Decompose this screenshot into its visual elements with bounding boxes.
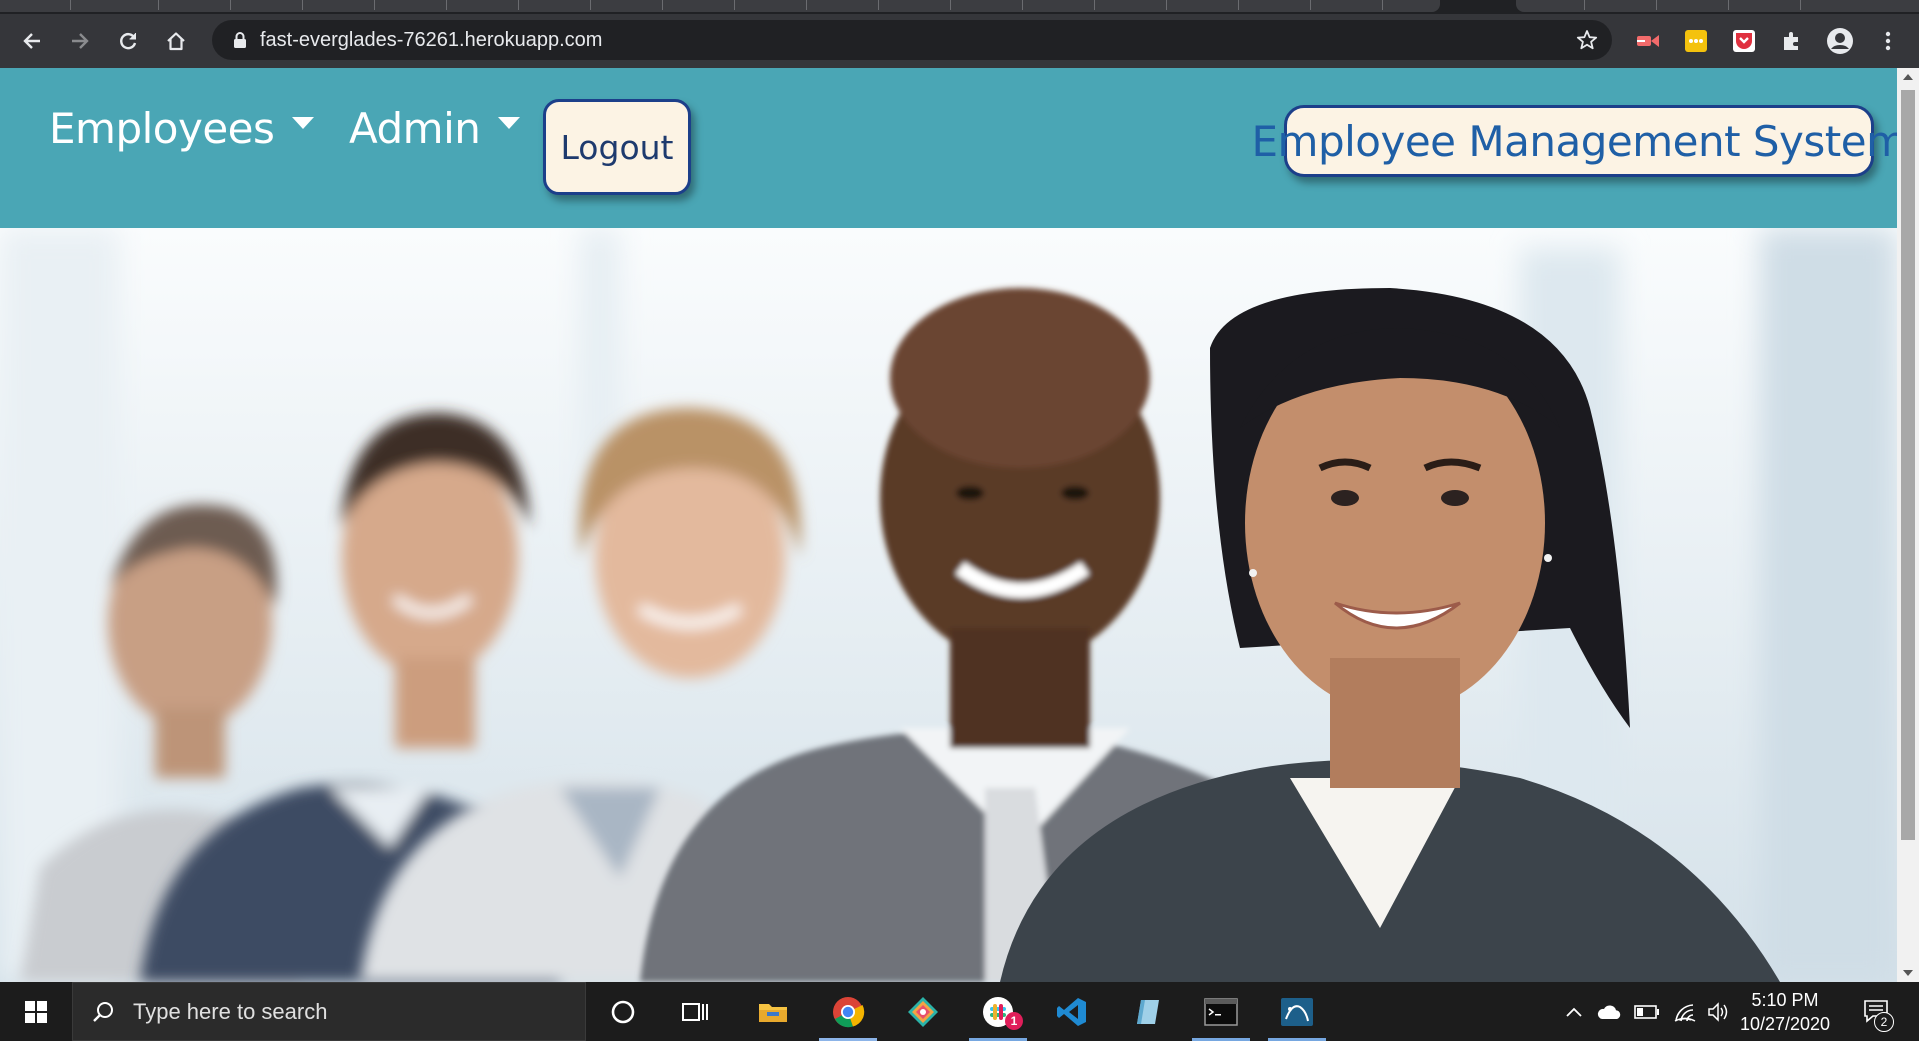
tab-separator <box>806 0 807 10</box>
business-team-photo <box>0 228 1897 982</box>
logout-button[interactable]: Logout <box>543 99 691 195</box>
notebook-app-taskbar-icon[interactable] <box>1112 982 1182 1041</box>
tab-separator <box>1584 0 1585 10</box>
page-scrollbar[interactable] <box>1897 68 1919 982</box>
chrome-taskbar-icon[interactable] <box>813 982 883 1041</box>
profile-avatar-icon[interactable] <box>1825 26 1855 56</box>
brand-title[interactable]: Employee Management System <box>1252 105 1897 177</box>
extension-recorder-icon[interactable] <box>1633 26 1663 56</box>
back-arrow-icon <box>23 33 40 49</box>
tab-separator <box>446 0 447 10</box>
vscode-taskbar-icon[interactable] <box>1037 982 1107 1041</box>
scrollbar-thumb[interactable] <box>1901 90 1915 840</box>
terminal-taskbar-icon[interactable] <box>1186 982 1256 1041</box>
tab-separator <box>1022 0 1023 10</box>
gitkraken-taskbar-icon[interactable] <box>888 982 958 1041</box>
tab-strip-left[interactable] <box>0 0 1440 12</box>
slack-badge: 1 <box>1005 1012 1023 1030</box>
tab-separator <box>1800 0 1801 10</box>
tab-separator <box>1382 0 1383 10</box>
tab-strip <box>0 0 1919 14</box>
employees-dropdown[interactable]: Employees <box>49 104 315 153</box>
chevron-up-icon <box>1566 1007 1582 1017</box>
tab-separator <box>302 0 303 10</box>
tab-separator <box>518 0 519 10</box>
onedrive-tray-icon[interactable] <box>1592 982 1626 1041</box>
back-button[interactable] <box>17 26 47 56</box>
tab-separator <box>1094 0 1095 10</box>
action-center-button[interactable]: 2 <box>1852 982 1902 1041</box>
hero-image <box>0 228 1897 982</box>
admin-dropdown-label[interactable]: Admin <box>349 104 481 153</box>
tab-separator <box>1656 0 1657 10</box>
battery-icon[interactable] <box>1630 982 1664 1041</box>
browser-toolbar: fast-everglades-76261.herokuapp.com <box>0 14 1919 68</box>
tab-separator <box>1728 0 1729 10</box>
pocket-extension-icon[interactable] <box>1729 26 1759 56</box>
extensions-puzzle-icon[interactable] <box>1777 26 1807 56</box>
caret-down-icon[interactable] <box>498 116 521 129</box>
tab-separator <box>70 0 71 10</box>
cortana-circle-icon <box>611 1000 635 1023</box>
taskbar-search-box[interactable]: Type here to search <box>72 982 586 1041</box>
show-hidden-icons-button[interactable] <box>1560 982 1588 1041</box>
search-icon <box>93 1001 113 1022</box>
mysql-workbench-taskbar-icon[interactable] <box>1262 982 1332 1041</box>
tab-separator <box>1166 0 1167 10</box>
clock-date: 10/27/2020 <box>1739 1014 1831 1034</box>
tab-strip-right[interactable] <box>1516 0 1919 12</box>
caret-down-icon[interactable] <box>292 116 315 129</box>
tab-separator <box>590 0 591 10</box>
forward-arrow-icon <box>72 33 89 49</box>
tab-separator <box>230 0 231 10</box>
tab-separator <box>1238 0 1239 10</box>
scroll-up-arrow-icon[interactable] <box>1903 74 1913 80</box>
address-bar[interactable]: fast-everglades-76261.herokuapp.com <box>212 20 1612 60</box>
start-button[interactable] <box>0 982 72 1041</box>
slack-taskbar-icon[interactable]: 1 <box>963 982 1033 1041</box>
task-view-icon <box>682 1002 708 1021</box>
search-placeholder[interactable]: Type here to search <box>133 999 327 1025</box>
site-navbar: Employees Admin Logout Employee Manageme… <box>0 68 1897 228</box>
forward-button[interactable] <box>65 26 95 56</box>
reload-button[interactable] <box>113 26 143 56</box>
home-icon <box>167 32 185 51</box>
tab-separator <box>158 0 159 10</box>
notification-count: 2 <box>1874 1012 1894 1032</box>
windows-logo-icon <box>25 1000 47 1023</box>
browser-menu-icon[interactable] <box>1873 26 1903 56</box>
employees-dropdown-label[interactable]: Employees <box>49 104 275 153</box>
taskbar-clock[interactable]: 5:10 PM 10/27/2020 <box>1730 988 1840 1036</box>
tab-separator <box>662 0 663 10</box>
admin-dropdown[interactable]: Admin <box>349 104 521 153</box>
tab-separator <box>734 0 735 10</box>
tab-separator <box>374 0 375 10</box>
scroll-down-arrow-icon[interactable] <box>1903 970 1913 976</box>
tab-separator <box>878 0 879 10</box>
extension-yellow-icon[interactable] <box>1681 26 1711 56</box>
cortana-button[interactable] <box>588 982 658 1041</box>
page-viewport: Employees Admin Logout Employee Manageme… <box>0 68 1897 982</box>
wifi-icon[interactable] <box>1668 982 1702 1041</box>
url-text[interactable]: fast-everglades-76261.herokuapp.com <box>260 29 602 52</box>
reload-icon <box>120 33 137 50</box>
home-button[interactable] <box>161 26 191 56</box>
clock-time: 5:10 PM <box>1751 990 1819 1010</box>
lock-icon[interactable] <box>230 30 250 50</box>
file-explorer-taskbar-icon[interactable] <box>738 982 808 1041</box>
task-view-button[interactable] <box>660 982 730 1041</box>
windows-taskbar: Type here to search 1 5:10 PM 10/27/2020… <box>0 982 1919 1041</box>
tab-separator <box>950 0 951 10</box>
tab-separator <box>1310 0 1311 10</box>
bookmark-star-icon[interactable] <box>1576 29 1598 51</box>
